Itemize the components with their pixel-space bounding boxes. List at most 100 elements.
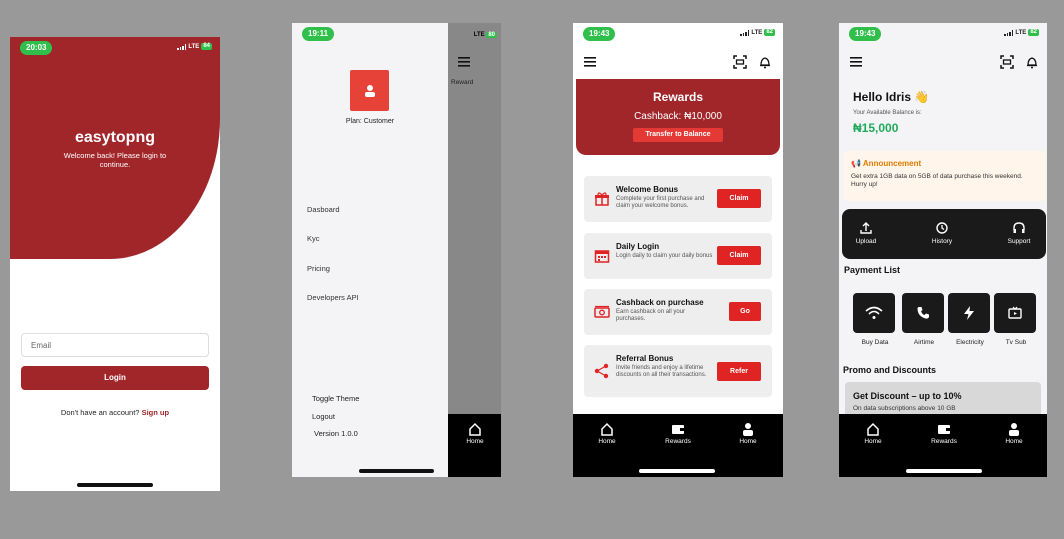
payment-label: Electricity: [956, 339, 984, 346]
drawer-item-developers-api[interactable]: Developers API: [307, 293, 359, 302]
tab-profile[interactable]: Home: [994, 422, 1034, 445]
login-button[interactable]: Login: [21, 366, 209, 390]
logout-button[interactable]: Logout: [312, 412, 335, 421]
reward-title: Cashback on purchase: [616, 298, 704, 307]
reward-title: Referral Bonus: [616, 354, 674, 363]
page-title-peek: Reward: [451, 79, 474, 86]
payment-airtime[interactable]: Airtime: [902, 293, 946, 346]
scan-icon[interactable]: [733, 55, 747, 69]
menu-icon[interactable]: [458, 57, 470, 67]
user-icon: [1009, 423, 1019, 436]
version-label: Version 1.0.0: [314, 429, 358, 438]
support-button[interactable]: Support: [999, 221, 1039, 245]
headset-icon: [1013, 222, 1025, 233]
signal-indicator: LTE 84: [177, 43, 212, 50]
wallet-icon: [938, 425, 950, 434]
signal-indicator: LTE 82: [1004, 29, 1039, 36]
payment-list-title: Payment List: [844, 265, 901, 275]
tab-rewards[interactable]: Rewards: [658, 422, 698, 445]
signup-link[interactable]: Sign up: [142, 408, 170, 417]
network-type: LTE: [188, 43, 200, 50]
tab-profile[interactable]: Home: [728, 422, 768, 445]
drawer-item-kyc[interactable]: Kyc: [307, 234, 320, 243]
history-button[interactable]: History: [922, 221, 962, 245]
tab-home[interactable]: Home: [455, 422, 495, 445]
avatar[interactable]: [350, 70, 389, 111]
home-screen: 19:43 LTE 82 Hello Idris 👋 Your Availabl…: [839, 23, 1047, 477]
claim-button[interactable]: Claim: [717, 189, 761, 208]
announcement-text: Get extra 1GB data on 5GB of data purcha…: [851, 173, 1023, 188]
rewards-banner: Rewards Cashback: ₦10,000 Transfer to Ba…: [576, 79, 780, 155]
upload-button[interactable]: Upload: [846, 221, 886, 245]
payment-electricity[interactable]: Electricity: [948, 293, 992, 346]
tab-bar-peek: Home: [448, 414, 501, 477]
toggle-theme-button[interactable]: Toggle Theme: [312, 394, 359, 403]
quick-actions-bar: Upload History Support: [842, 209, 1046, 259]
phone-icon: [917, 307, 929, 319]
cashback-amount: Cashback: ₦10,000: [634, 111, 722, 122]
go-button[interactable]: Go: [729, 302, 761, 321]
balance-label: Your Available Balance is:: [853, 110, 922, 116]
announcement-title: 📢 Announcement: [851, 159, 921, 168]
tab-home[interactable]: Home: [587, 422, 627, 445]
status-time: 20:03: [20, 41, 53, 55]
refer-button[interactable]: Refer: [717, 362, 761, 381]
signal-indicator: LTE 80: [474, 32, 497, 39]
discount-title: Get Discount – up to 10%: [853, 391, 962, 401]
payment-buy-data[interactable]: Buy Data: [853, 293, 897, 346]
login-hero: [10, 37, 220, 259]
home-indicator: [639, 469, 715, 473]
announcement-card: 📢 Announcement Get extra 1GB data on 5GB…: [844, 151, 1045, 201]
home-indicator: [77, 483, 153, 487]
user-icon: [364, 84, 375, 97]
signal-icon: [740, 29, 750, 36]
user-icon: [743, 423, 753, 436]
battery-level: 84: [201, 43, 212, 50]
bell-icon[interactable]: [759, 55, 771, 69]
tab-label: Home: [598, 438, 616, 445]
menu-icon[interactable]: [584, 57, 596, 67]
email-field[interactable]: Email: [21, 333, 209, 357]
login-screen: 20:03 LTE 84 easytopng Welcome back! Ple…: [10, 37, 220, 491]
reward-title: Welcome Bonus: [616, 185, 679, 194]
payment-label: Airtime: [913, 339, 935, 346]
dimmed-content[interactable]: LTE 80 Reward: [448, 23, 501, 477]
network-type: LTE: [751, 29, 763, 36]
drawer-item-pricing[interactable]: Pricing: [307, 264, 330, 273]
battery-level: 80: [486, 32, 497, 38]
tab-bar: Home Rewards Home: [839, 414, 1047, 477]
share-icon: [594, 363, 609, 379]
battery-level: 82: [1028, 29, 1039, 36]
status-time: 19:43: [849, 27, 882, 41]
signup-prompt: Don't have an account? Sign up: [10, 408, 220, 417]
network-type: LTE: [473, 32, 485, 38]
scan-icon[interactable]: [1000, 55, 1014, 69]
signal-indicator: LTE 82: [740, 29, 775, 36]
tab-label: Rewards: [665, 438, 691, 445]
top-bar: [839, 53, 1047, 73]
reward-description: Login daily to claim your daily bonus: [616, 253, 713, 259]
bell-icon[interactable]: [1026, 55, 1038, 69]
status-bar: 19:43 LTE 82: [839, 27, 1047, 41]
tab-home[interactable]: Home: [853, 422, 893, 445]
drawer-item-dashboard[interactable]: Dasboard: [307, 205, 340, 214]
tab-rewards[interactable]: Rewards: [924, 422, 964, 445]
tv-icon: [1008, 306, 1022, 319]
reward-description: Earn cashback on all your purchases.: [616, 309, 686, 322]
signal-icon: [1004, 29, 1014, 36]
claim-button[interactable]: Claim: [717, 246, 761, 265]
status-time: 19:11: [302, 27, 335, 41]
transfer-to-balance-button[interactable]: Transfer to Balance: [633, 128, 723, 142]
battery-level: 82: [764, 29, 775, 36]
upload-icon: [860, 222, 872, 234]
rewards-screen: 19:43 LTE 82 Rewards Cashback: ₦10,000 T…: [573, 23, 783, 477]
history-icon: [936, 222, 948, 234]
plan-label: Plan: Customer: [345, 118, 395, 125]
menu-icon[interactable]: [850, 57, 862, 67]
payment-tv-sub[interactable]: Tv Sub: [994, 293, 1038, 346]
discount-text: On data subscriptions above 10 GB: [853, 405, 956, 412]
tab-label: Rewards: [931, 438, 957, 445]
home-icon: [601, 422, 613, 436]
cash-icon: [594, 305, 610, 318]
tab-label: Home: [739, 438, 757, 445]
